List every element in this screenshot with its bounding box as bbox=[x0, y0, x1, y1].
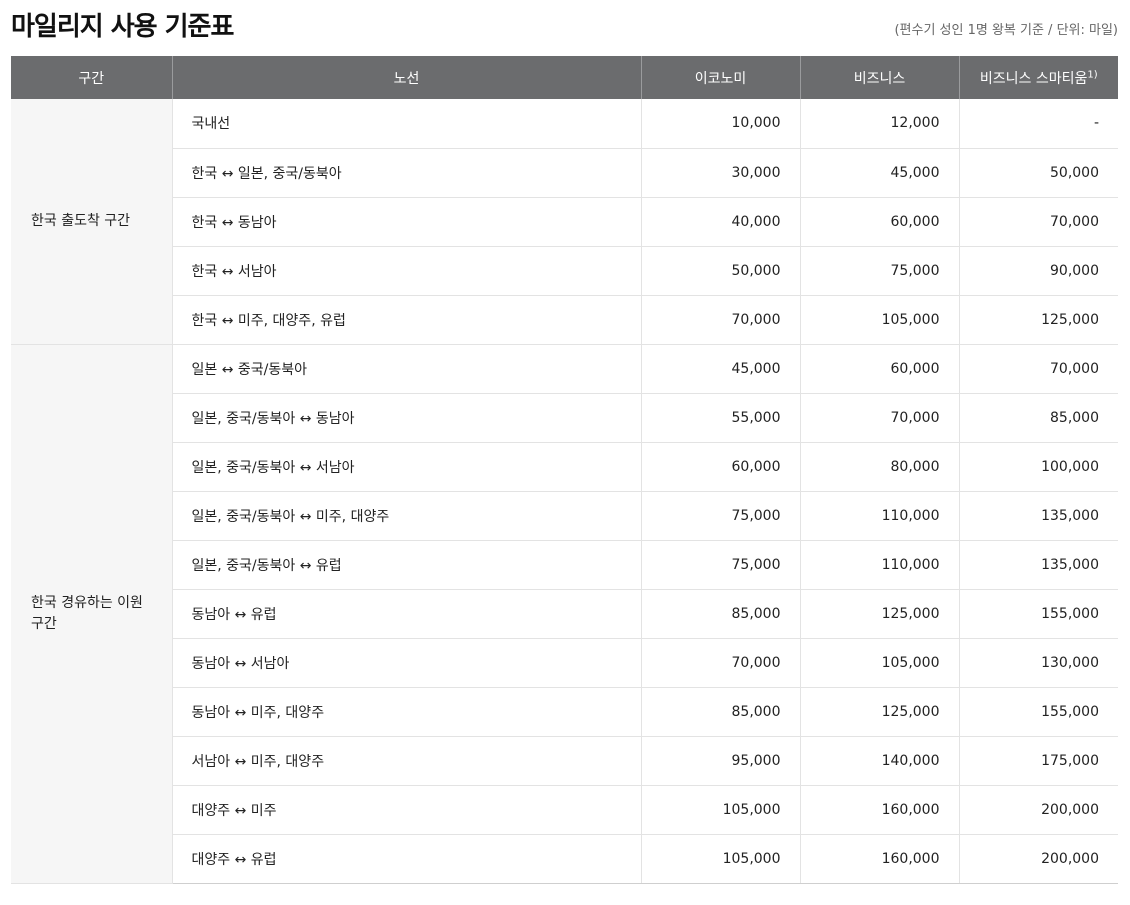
economy-miles-cell: 75,000 bbox=[640, 491, 800, 541]
economy-miles-cell: 70,000 bbox=[640, 295, 800, 345]
economy-miles-cell: 55,000 bbox=[640, 393, 800, 443]
business-miles-cell: 140,000 bbox=[799, 736, 959, 786]
economy-miles-cell: 60,000 bbox=[640, 442, 800, 492]
table-row: 일본, 중국/동북아 ↔ 유럽 75,000 110,000 135,000 bbox=[11, 540, 1118, 590]
route-cell: 서남아 ↔ 미주, 대양주 bbox=[171, 736, 641, 786]
business-miles-cell: 160,000 bbox=[799, 834, 959, 884]
smartium-miles-cell: - bbox=[958, 99, 1118, 149]
smartium-miles-cell: 90,000 bbox=[958, 246, 1118, 296]
column-header-smartium: 비즈니스 스마티움1) bbox=[958, 56, 1118, 99]
table-row: 일본, 중국/동북아 ↔ 미주, 대양주 75,000 110,000 135,000 bbox=[11, 491, 1118, 541]
economy-miles-cell: 30,000 bbox=[640, 148, 800, 198]
economy-miles-cell: 95,000 bbox=[640, 736, 800, 786]
route-cell: 동남아 ↔ 유럽 bbox=[171, 589, 641, 639]
business-miles-cell: 110,000 bbox=[799, 540, 959, 590]
smartium-miles-cell: 155,000 bbox=[958, 687, 1118, 737]
route-cell: 일본, 중국/동북아 ↔ 서남아 bbox=[171, 442, 641, 492]
route-cell: 한국 ↔ 서남아 bbox=[171, 246, 641, 296]
business-miles-cell: 60,000 bbox=[799, 344, 959, 394]
section-label: 한국 경유하는 이원구간 bbox=[11, 344, 172, 884]
economy-miles-cell: 70,000 bbox=[640, 638, 800, 688]
table-note: (편수기 성인 1명 왕복 기준 / 단위: 마일) bbox=[894, 23, 1118, 38]
route-cell: 국내선 bbox=[171, 99, 641, 149]
route-cell: 동남아 ↔ 서남아 bbox=[171, 638, 641, 688]
table-row: 한국 ↔ 일본, 중국/동북아 30,000 45,000 50,000 bbox=[11, 148, 1118, 198]
table-row: 서남아 ↔ 미주, 대양주 95,000 140,000 175,000 bbox=[11, 736, 1118, 786]
route-cell: 대양주 ↔ 미주 bbox=[171, 785, 641, 835]
business-miles-cell: 160,000 bbox=[799, 785, 959, 835]
footnote-marker: 1) bbox=[1087, 68, 1098, 80]
economy-miles-cell: 10,000 bbox=[640, 99, 800, 149]
route-cell: 일본, 중국/동북아 ↔ 미주, 대양주 bbox=[171, 491, 641, 541]
business-miles-cell: 110,000 bbox=[799, 491, 959, 541]
route-cell: 한국 ↔ 일본, 중국/동북아 bbox=[171, 148, 641, 198]
table-row: 한국 ↔ 서남아 50,000 75,000 90,000 bbox=[11, 246, 1118, 296]
table-row: 한국 출도착 구간 국내선 10,000 12,000- bbox=[11, 99, 1118, 345]
section-label: 한국 출도착 구간 bbox=[11, 99, 172, 345]
economy-miles-cell: 75,000 bbox=[640, 540, 800, 590]
page-title: 마일리지 사용 기준표 bbox=[11, 12, 234, 42]
table-row: 동남아 ↔ 미주, 대양주 85,000 125,000 155,000 bbox=[11, 687, 1118, 737]
smartium-miles-cell: 125,000 bbox=[958, 295, 1118, 345]
smartium-header-label: 비즈니스 스마티움 bbox=[979, 70, 1088, 87]
business-miles-cell: 70,000 bbox=[799, 393, 959, 443]
economy-miles-cell: 105,000 bbox=[640, 785, 800, 835]
table-header-row: 구간 노선 이코노미 비즈니스 비즈니스 스마티움1) bbox=[11, 56, 1118, 99]
route-cell: 대양주 ↔ 유럽 bbox=[171, 834, 641, 884]
mileage-table: 구간 노선 이코노미 비즈니스 비즈니스 스마티움1) 한국 출도착 구간 국내선… bbox=[11, 56, 1118, 884]
table-row: 한국 경유하는 이원구간 일본 ↔ 중국/동북아 45,000 60,000 70,00… bbox=[11, 344, 1118, 884]
route-cell: 한국 ↔ 동남아 bbox=[171, 197, 641, 247]
economy-miles-cell: 85,000 bbox=[640, 589, 800, 639]
column-header-route: 노선 bbox=[171, 56, 641, 99]
route-cell: 일본 ↔ 중국/동북아 bbox=[171, 344, 641, 394]
smartium-miles-cell: 85,000 bbox=[958, 393, 1118, 443]
smartium-miles-cell: 70,000 bbox=[958, 197, 1118, 247]
economy-miles-cell: 45,000 bbox=[640, 344, 800, 394]
smartium-miles-cell: 135,000 bbox=[958, 540, 1118, 590]
table-row: 일본, 중국/동북아 ↔ 동남아 55,000 70,000 85,000 bbox=[11, 393, 1118, 443]
smartium-miles-cell: 200,000 bbox=[958, 834, 1118, 884]
smartium-miles-cell: 100,000 bbox=[958, 442, 1118, 492]
economy-miles-cell: 50,000 bbox=[640, 246, 800, 296]
table-row: 대양주 ↔ 유럽 105,000 160,000 200,000 bbox=[11, 834, 1118, 884]
economy-miles-cell: 105,000 bbox=[640, 834, 800, 884]
business-miles-cell: 60,000 bbox=[799, 197, 959, 247]
table-body: 한국 출도착 구간 국내선 10,000 12,000- 한국 ↔ 일본, 중국/동북아… bbox=[11, 99, 1118, 884]
business-miles-cell: 125,000 bbox=[799, 589, 959, 639]
route-cell: 일본, 중국/동북아 ↔ 동남아 bbox=[171, 393, 641, 443]
business-miles-cell: 12,000 bbox=[799, 99, 959, 149]
table-row: 대양주 ↔ 미주 105,000 160,000 200,000 bbox=[11, 785, 1118, 835]
smartium-miles-cell: 50,000 bbox=[958, 148, 1118, 198]
business-miles-cell: 45,000 bbox=[799, 148, 959, 198]
smartium-miles-cell: 70,000 bbox=[958, 344, 1118, 394]
smartium-miles-cell: 135,000 bbox=[958, 491, 1118, 541]
column-header-business: 비즈니스 bbox=[799, 56, 959, 99]
smartium-miles-cell: 175,000 bbox=[958, 736, 1118, 786]
smartium-miles-cell: 200,000 bbox=[958, 785, 1118, 835]
column-header-section: 구간 bbox=[11, 56, 172, 99]
table-row: 동남아 ↔ 서남아 70,000 105,000 130,000 bbox=[11, 638, 1118, 688]
smartium-miles-cell: 130,000 bbox=[958, 638, 1118, 688]
business-miles-cell: 105,000 bbox=[799, 295, 959, 345]
route-cell: 일본, 중국/동북아 ↔ 유럽 bbox=[171, 540, 641, 590]
business-miles-cell: 80,000 bbox=[799, 442, 959, 492]
economy-miles-cell: 40,000 bbox=[640, 197, 800, 247]
business-miles-cell: 75,000 bbox=[799, 246, 959, 296]
route-cell: 동남아 ↔ 미주, 대양주 bbox=[171, 687, 641, 737]
route-cell: 한국 ↔ 미주, 대양주, 유럽 bbox=[171, 295, 641, 345]
economy-miles-cell: 85,000 bbox=[640, 687, 800, 737]
table-row: 일본, 중국/동북아 ↔ 서남아 60,000 80,000 100,000 bbox=[11, 442, 1118, 492]
business-miles-cell: 125,000 bbox=[799, 687, 959, 737]
table-row: 한국 ↔ 미주, 대양주, 유럽 70,000 105,000 125,000 bbox=[11, 295, 1118, 345]
table-row: 동남아 ↔ 유럽 85,000 125,000 155,000 bbox=[11, 589, 1118, 639]
smartium-miles-cell: 155,000 bbox=[958, 589, 1118, 639]
business-miles-cell: 105,000 bbox=[799, 638, 959, 688]
column-header-economy: 이코노미 bbox=[640, 56, 800, 99]
table-row: 한국 ↔ 동남아 40,000 60,000 70,000 bbox=[11, 197, 1118, 247]
